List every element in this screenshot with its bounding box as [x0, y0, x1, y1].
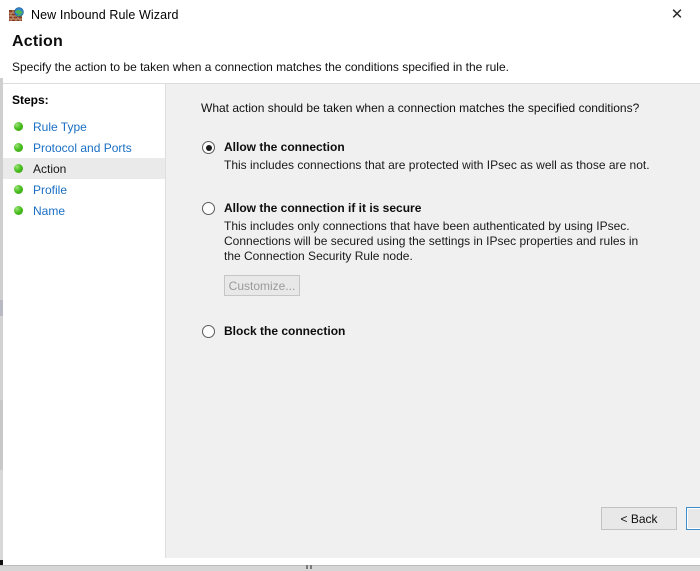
sidebar-item-profile[interactable]: Profile [3, 179, 165, 200]
customize-button: Customize... [224, 275, 300, 296]
option-allow-if-secure[interactable]: Allow the connection if it is secure Thi… [202, 201, 700, 296]
sidebar-item-label: Action [33, 161, 67, 176]
sidebar-item-name[interactable]: Name [3, 200, 165, 221]
option-description: This includes only connections that have… [224, 219, 639, 263]
step-bullet-icon [14, 164, 23, 173]
window-title: New Inbound Rule Wizard [31, 7, 179, 22]
radio-allow-if-secure[interactable] [202, 202, 215, 215]
option-description: This includes connections that are prote… [224, 158, 650, 172]
sidebar-item-label: Profile [33, 182, 68, 197]
step-bullet-icon [14, 206, 23, 215]
radio-block-the-connection[interactable] [202, 325, 215, 338]
step-bullet-icon [14, 143, 23, 152]
body: Steps: Rule Type Protocol and Ports Acti… [3, 83, 700, 558]
option-label: Block the connection [224, 324, 346, 338]
action-question: What action should be taken when a conne… [201, 101, 640, 115]
footer-buttons: < Back Next > Cancel [601, 507, 700, 530]
radio-allow-the-connection[interactable] [202, 141, 215, 154]
page-subtitle: Specify the action to be taken when a co… [12, 60, 509, 74]
next-button[interactable]: Next > [686, 507, 700, 530]
resize-grip-icon[interactable] [306, 565, 314, 569]
option-label: Allow the connection if it is secure [224, 201, 422, 215]
close-icon[interactable]: ✕ [654, 0, 700, 29]
main-panel: What action should be taken when a conne… [166, 84, 700, 558]
step-bullet-icon [14, 122, 23, 131]
page-title: Action [12, 33, 63, 50]
sidebar-item-protocol-and-ports[interactable]: Protocol and Ports [3, 137, 165, 158]
action-options-group: Allow the connection This includes conne… [202, 140, 700, 338]
window-bottom-edge [0, 565, 700, 571]
sidebar-item-label: Rule Type [33, 119, 87, 134]
steps-heading: Steps: [12, 93, 49, 107]
sidebar-item-label: Protocol and Ports [33, 140, 132, 155]
step-bullet-icon [14, 185, 23, 194]
option-label: Allow the connection [224, 140, 345, 154]
firewall-brick-globe-icon [8, 6, 24, 23]
back-button[interactable]: < Back [601, 507, 677, 530]
page-header: Action Specify the action to be taken wh… [3, 29, 700, 83]
option-block-the-connection[interactable]: Block the connection [202, 324, 700, 338]
sidebar-item-rule-type[interactable]: Rule Type [3, 116, 165, 137]
steps-sidebar: Steps: Rule Type Protocol and Ports Acti… [3, 84, 166, 558]
option-allow-the-connection[interactable]: Allow the connection This includes conne… [202, 140, 700, 173]
sidebar-item-label: Name [33, 203, 66, 218]
footer: < Back Next > Cancel wsxdn.com [166, 495, 700, 558]
title-bar: New Inbound Rule Wizard ✕ [3, 0, 700, 29]
wizard-window: New Inbound Rule Wizard ✕ Action Specify… [3, 0, 700, 566]
sidebar-item-action[interactable]: Action [3, 158, 165, 179]
